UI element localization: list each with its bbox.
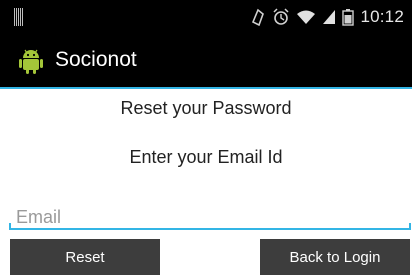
- reset-button[interactable]: Reset: [10, 239, 160, 275]
- alarm-icon: [273, 8, 289, 25]
- action-bar: Socionot: [0, 34, 412, 89]
- status-icons: 10:12: [250, 4, 404, 30]
- back-to-login-button[interactable]: Back to Login: [260, 239, 410, 275]
- page-title: Reset your Password: [120, 98, 292, 118]
- app-title: Socionot: [55, 48, 137, 71]
- signal-icon: [323, 10, 336, 24]
- wifi-icon: [297, 10, 316, 24]
- sim-card-icon: [14, 8, 23, 26]
- status-bar: 10:12: [0, 0, 412, 34]
- battery-icon: [342, 9, 355, 26]
- notification-icon: [252, 8, 265, 26]
- status-time: 10:12: [360, 7, 404, 26]
- email-field-underline: [9, 223, 411, 230]
- android-icon[interactable]: [18, 47, 44, 75]
- email-prompt: Enter your Email Id: [129, 147, 283, 167]
